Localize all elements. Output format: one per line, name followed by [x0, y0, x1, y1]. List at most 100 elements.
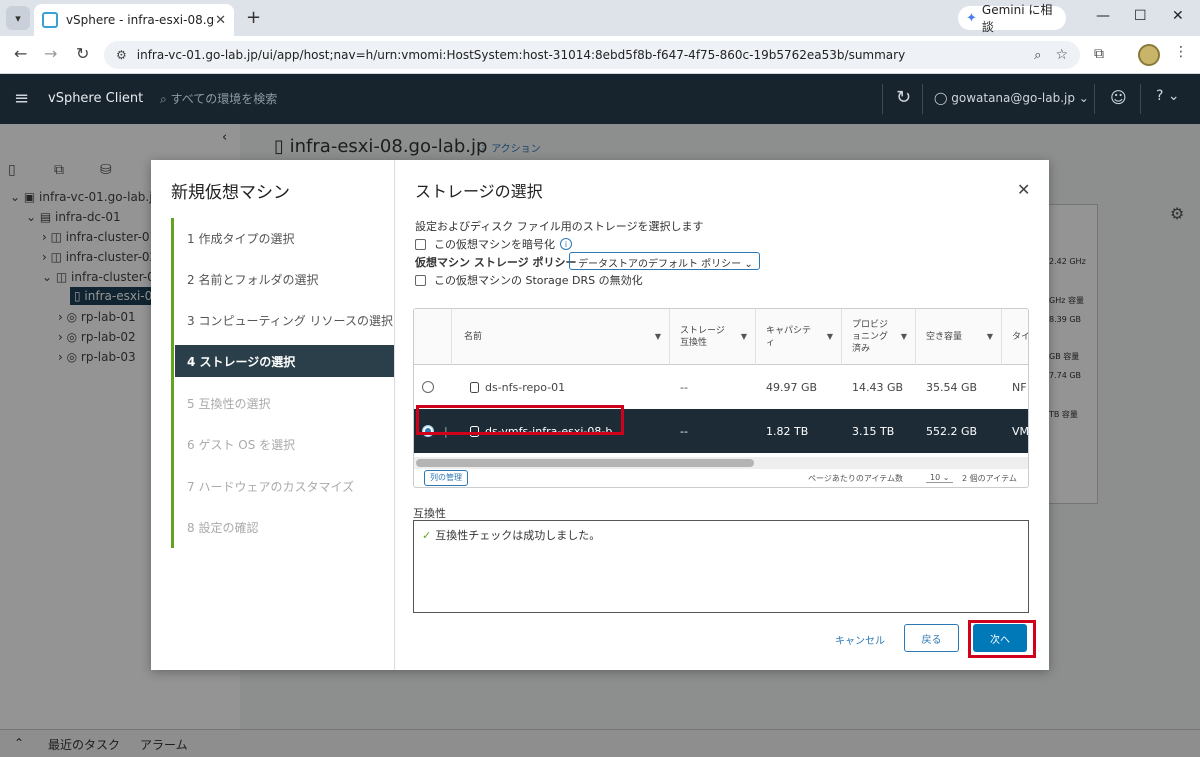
item-count: 2 個のアイテム — [962, 474, 1017, 483]
wizard-step-2[interactable]: 2 名前とフォルダの選択 — [175, 263, 394, 295]
wizard-step-1[interactable]: 1 作成タイプの選択 — [175, 222, 394, 254]
free-cell: 552.2 GB — [926, 424, 978, 438]
datastore-grid: 名前 ▼ ストレージ 互換性 ▼ キャパシティ ▼ プロビジョニング済み ▼ 空き容量 ▼… — [413, 308, 1029, 488]
grid-header: 名前 ▼ ストレージ 互換性 ▼ キャパシティ ▼ プロビジョニング済み ▼ 空き容量 ▼… — [414, 309, 1028, 365]
app-brand: vSphere Client — [48, 91, 144, 106]
compat-section-label: 互換性 — [413, 507, 446, 520]
column-header-provisioned[interactable]: プロビジョニング済み ▼ — [842, 309, 916, 365]
filter-icon[interactable]: ▼ — [827, 331, 833, 343]
feedback-smile-icon[interactable]: ☺ — [1110, 88, 1127, 107]
disable-sdrs-checkbox[interactable] — [415, 274, 426, 286]
scrollbar-thumb[interactable] — [416, 459, 754, 467]
close-window-icon[interactable]: ✕ — [1172, 8, 1184, 24]
help-icon[interactable]: ? ⌄ — [1156, 88, 1180, 104]
disable-sdrs-option[interactable]: この仮想マシンの Storage DRS の無効化 — [415, 272, 643, 288]
capacity-cell: 1.82 TB — [766, 424, 809, 438]
site-info-icon[interactable]: ⚙ — [116, 48, 127, 62]
bookmark-star-icon[interactable]: ☆ — [1055, 47, 1068, 63]
wizard-step-3[interactable]: 3 コンピューティング リソースの選択 — [175, 304, 394, 336]
filter-icon[interactable]: ▼ — [901, 331, 907, 343]
url-field[interactable]: ⚙ infra-vc-01.go-lab.jp/ui/app/host;nav=… — [104, 41, 1080, 69]
tab-title: vSphere - infra-esxi-08.go-lab.jp — [65, 13, 215, 27]
column-header-name[interactable]: 名前 ▼ — [452, 309, 670, 365]
gemini-button[interactable]: ✦ Gemini に相談 — [958, 3, 1066, 34]
forward-arrow-icon[interactable]: → — [44, 44, 57, 63]
extensions-icon[interactable]: ⧉ — [1094, 46, 1104, 62]
wizard-step-5: 5 互換性の選択 — [187, 396, 271, 411]
browser-menu-icon[interactable]: ⋮ — [1174, 44, 1188, 60]
wizard-step-4[interactable]: 4 ストレージの選択 — [175, 345, 394, 377]
column-label: ストレージ 互換性 — [680, 326, 725, 348]
maximize-icon[interactable]: ☐ — [1134, 8, 1147, 24]
close-tab-icon[interactable]: ✕ — [215, 13, 226, 28]
datastore-row[interactable]: ds-nfs-repo-01 -- 49.97 GB 14.43 GB 35.5… — [414, 365, 1028, 409]
column-label: キャパシティ — [766, 326, 812, 348]
step-title: ストレージの選択 — [415, 182, 543, 201]
highlight-selected-datastore — [416, 405, 624, 435]
row-radio[interactable] — [422, 381, 434, 393]
gemini-label: Gemini に相談 — [981, 3, 1053, 34]
wizard-title: 新規仮想マシン — [171, 183, 290, 203]
filter-icon[interactable]: ▼ — [987, 331, 993, 343]
vsphere-header: ≡ vSphere Client ⌕ すべての環境を検索 ↻ ◯ gowatan… — [0, 74, 1200, 124]
datastore-name: ds-nfs-repo-01 — [485, 380, 566, 394]
gemini-star-icon: ✦ — [966, 10, 977, 26]
storage-policy-select[interactable]: データストアのデフォルト ポリシー ⌄ — [569, 252, 760, 270]
browser-tab[interactable]: vSphere - infra-esxi-08.go-lab.jp ✕ — [34, 4, 234, 36]
user-name: gowatana@go-lab.jp — [951, 91, 1075, 105]
grid-footer: 列の管理 ページあたりのアイテム数 10 ⌄ 2 個のアイテム — [414, 469, 1028, 487]
provisioned-cell: 14.43 GB — [852, 380, 904, 394]
column-header-free[interactable]: 空き容量 ▼ — [916, 309, 1002, 365]
provisioned-cell: 3.15 TB — [852, 424, 895, 438]
vsphere-favicon-icon — [42, 12, 58, 28]
completed-steps-indicator — [171, 218, 174, 548]
encrypt-vm-option[interactable]: この仮想マシンを暗号化 i — [415, 236, 572, 252]
hamburger-menu-icon[interactable]: ≡ — [14, 88, 29, 109]
user-menu[interactable]: ◯ gowatana@go-lab.jp ⌄ — [934, 91, 1089, 105]
back-arrow-icon[interactable]: ← — [14, 44, 27, 63]
select-column-header — [414, 309, 452, 365]
disable-sdrs-label: この仮想マシンの Storage DRS の無効化 — [434, 274, 643, 287]
horizontal-scrollbar[interactable] — [414, 457, 1028, 469]
reload-icon[interactable]: ↻ — [76, 44, 89, 63]
encrypt-checkbox[interactable] — [415, 238, 426, 250]
datastore-name-cell: ds-nfs-repo-01 — [452, 365, 565, 409]
profile-avatar[interactable] — [1138, 44, 1160, 66]
encrypt-label: この仮想マシンを暗号化 — [434, 238, 555, 251]
wizard-step-8: 8 設定の確認 — [187, 520, 259, 535]
zoom-icon[interactable]: ⌕ — [1034, 48, 1041, 63]
type-cell: NF — [1012, 380, 1027, 394]
browser-tabbar: ▾ vSphere - infra-esxi-08.go-lab.jp ✕ + … — [0, 0, 1200, 36]
filter-icon[interactable]: ▼ — [741, 331, 747, 343]
check-icon: ✓ — [422, 529, 432, 542]
back-button[interactable]: 戻る — [904, 624, 959, 652]
column-header-capacity[interactable]: キャパシティ ▼ — [756, 309, 842, 365]
wizard-steps-panel: 新規仮想マシン 1 作成タイプの選択 2 名前とフォルダの選択 3 コンピューテ… — [151, 160, 395, 670]
info-icon[interactable]: i — [560, 238, 572, 250]
storage-policy-label: 仮想マシン ストレージ ポリシー — [415, 256, 577, 269]
compat-result-box: ✓ 互換性チェックは成功しました。 — [413, 520, 1029, 613]
divider — [1140, 84, 1141, 114]
items-per-page-select[interactable]: 10 ⌄ — [926, 473, 954, 483]
filter-icon[interactable]: ▼ — [655, 331, 661, 343]
capacity-cell: 49.97 GB — [766, 380, 818, 394]
global-search-input[interactable]: ⌕ すべての環境を検索 — [160, 90, 277, 107]
compat-message: 互換性チェックは成功しました。 — [435, 529, 601, 542]
minimize-icon[interactable]: — — [1096, 8, 1110, 24]
free-cell: 35.54 GB — [926, 380, 978, 394]
storage-policy-value: データストアのデフォルト ポリシー — [578, 259, 742, 270]
items-per-page-value: 10 — [930, 473, 941, 482]
wizard-step-6: 6 ゲスト OS を選択 — [187, 437, 296, 452]
column-label: 空き容量 — [926, 332, 963, 342]
column-label: タイプ — [1012, 332, 1028, 342]
close-dialog-icon[interactable]: ✕ — [1017, 180, 1030, 199]
column-header-type[interactable]: タイプ — [1002, 309, 1028, 365]
compat-cell: -- — [680, 380, 688, 394]
cancel-button[interactable]: キャンセル — [835, 632, 885, 647]
manage-columns-button[interactable]: 列の管理 — [424, 470, 468, 486]
tab-search-button[interactable]: ▾ — [6, 6, 30, 30]
new-tab-icon[interactable]: + — [246, 7, 261, 28]
divider — [882, 84, 883, 114]
refresh-icon[interactable]: ↻ — [896, 87, 911, 108]
column-header-compat[interactable]: ストレージ 互換性 ▼ — [670, 309, 756, 365]
